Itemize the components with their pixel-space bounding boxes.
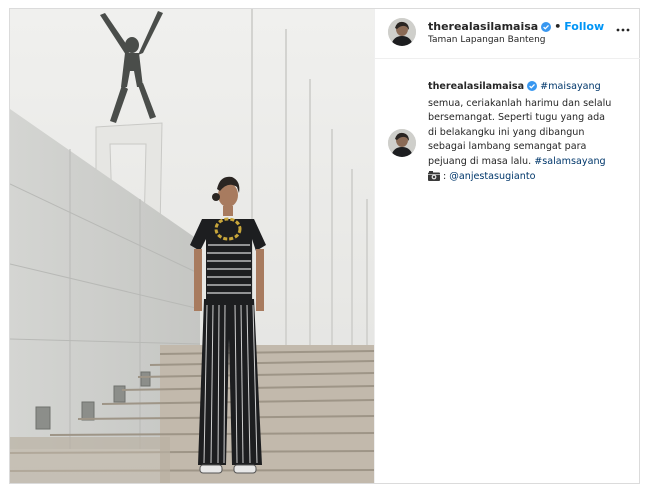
camera-icon [428,170,440,187]
post-photo[interactable] [10,9,374,483]
mention-link[interactable]: @anjestasugianto [449,171,535,182]
more-options-icon[interactable] [616,22,630,36]
instagram-post: therealasilamaisa • Follow Taman Lapangan … [9,8,640,484]
caption-text: pejuang di masa lalu. [428,155,532,167]
verified-badge-icon [527,81,538,97]
avatar-image [388,18,416,46]
post-caption: therealasilamaisa #maisayang semua, ceri… [428,80,628,186]
avatar-image [388,129,416,157]
caption-text: semua, ceriakanlah harimu dan selalu [428,97,612,109]
post-header: therealasilamaisa • Follow Taman Lapangan … [375,9,640,59]
post-side-panel: therealasilamaisa • Follow Taman Lapangan … [374,9,640,483]
caption-text: sebagai lambang semangat para [428,141,587,153]
credit-separator: : [443,170,447,182]
profile-avatar[interactable] [388,18,416,46]
follow-button[interactable]: Follow [564,20,604,33]
post-username-line: therealasilamaisa • Follow [428,20,604,35]
hashtag-link[interactable]: #salamsayang [534,156,605,167]
username-link[interactable]: therealasilamaisa [428,20,538,33]
caption-text: bersemangat. Seperti tugu yang ada [428,112,606,124]
photo-scene [10,9,374,483]
separator-dot: • [554,20,562,33]
caption-avatar[interactable] [388,129,416,157]
caption-username[interactable]: therealasilamaisa [428,81,524,92]
caption-text: di belakangku ini yang dibangun [428,126,585,138]
location-link[interactable]: Taman Lapangan Banteng [428,35,546,45]
verified-badge-icon [541,22,552,35]
hashtag-link[interactable]: #maisayang [540,81,601,92]
